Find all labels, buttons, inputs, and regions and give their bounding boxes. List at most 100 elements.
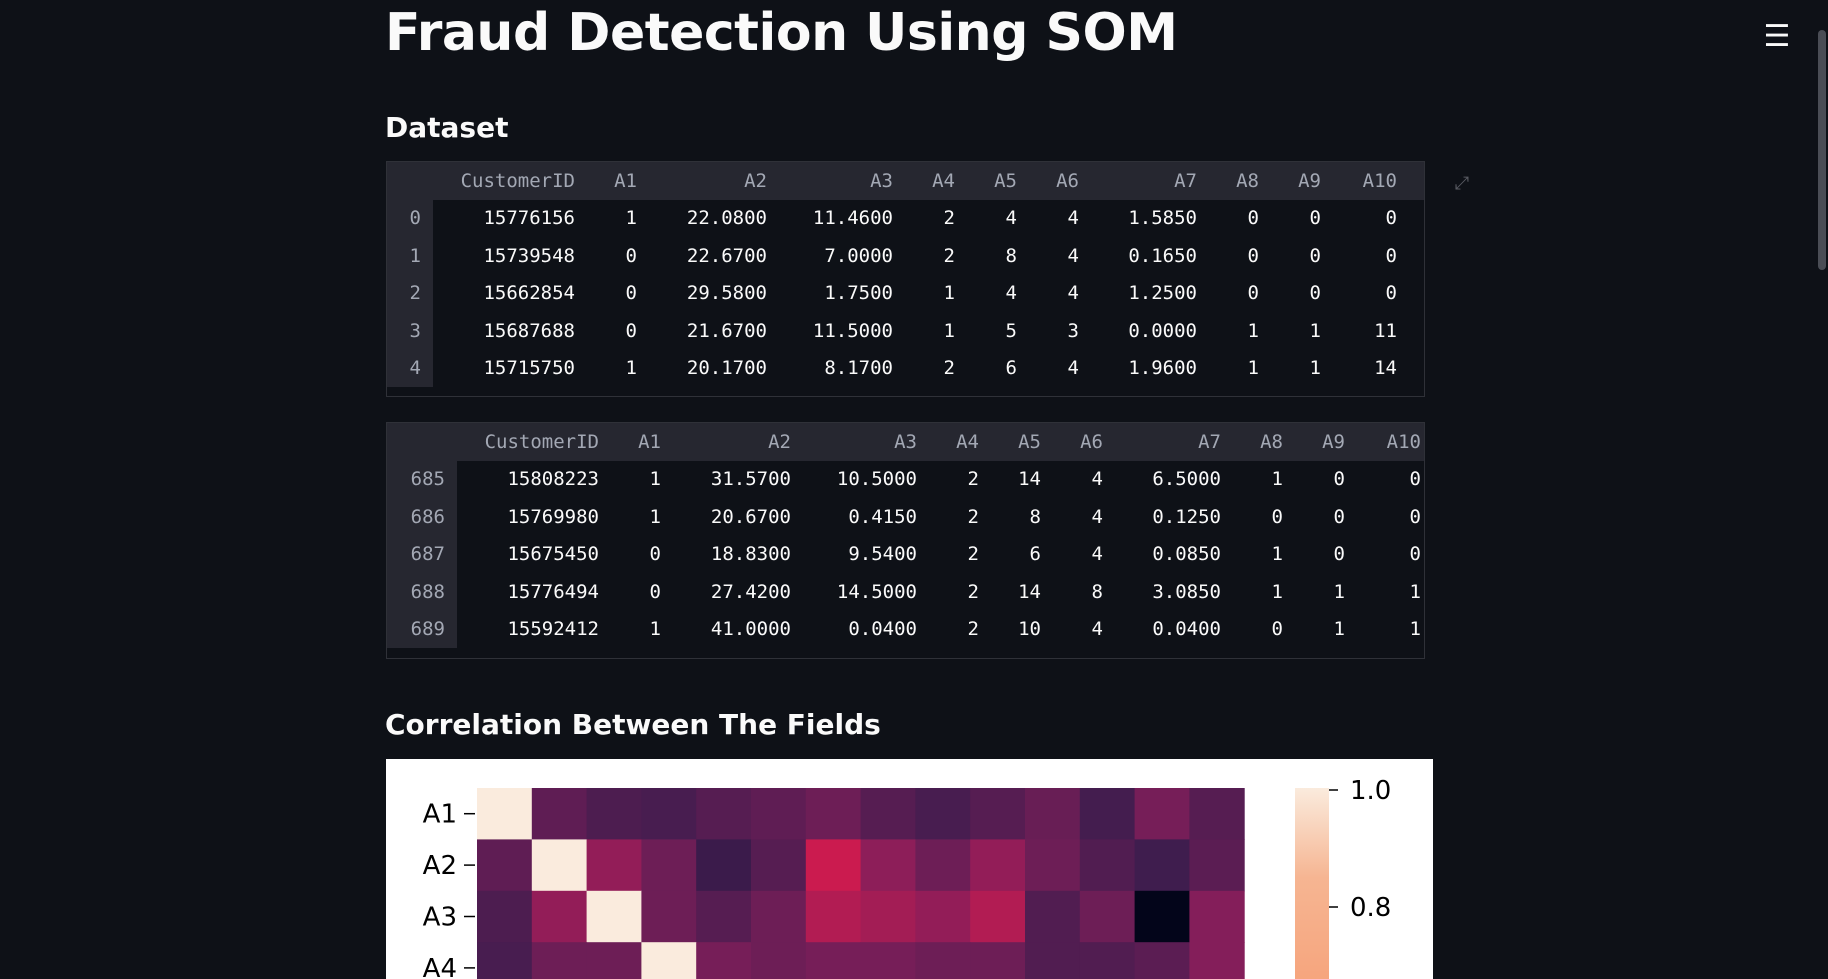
column-header-a3[interactable]: A3 (803, 423, 929, 461)
table-cell: 0.0400 (848, 618, 917, 641)
column-header-a7[interactable]: A7 (1091, 162, 1209, 200)
table-cell: 0 (1333, 543, 1345, 566)
page-scrollbar[interactable] (1818, 30, 1826, 270)
table-cell: 0 (1409, 505, 1421, 528)
column-header-a2[interactable]: A2 (649, 162, 779, 200)
table-cell: 2 (943, 357, 955, 380)
table-cell: 20.6700 (710, 505, 791, 528)
table-cell: 1 (1333, 580, 1345, 603)
heatmap-cell (1079, 839, 1136, 892)
heatmap-cell (641, 839, 697, 892)
column-header-a5[interactable]: A5 (991, 423, 1053, 461)
row-index: 1 (387, 237, 433, 275)
heatmap-cell (696, 890, 752, 943)
table-cell: 4 (1005, 207, 1017, 230)
table-cell: 0 (1271, 505, 1283, 528)
heatmap-cell (751, 788, 807, 840)
table-cell: 3 (1067, 319, 1079, 342)
heatmap-cell (915, 788, 971, 840)
table-cell: 1 (1247, 319, 1259, 342)
column-header-a5[interactable]: A5 (967, 162, 1029, 200)
table-cell: 29.5800 (686, 282, 767, 305)
dataset-head-table[interactable]: CustomerIDA1A2A3A4A5A6A7A8A9A10A11 0 1577… (386, 161, 1425, 397)
table-cell: 0.0850 (1152, 543, 1221, 566)
column-header-a6[interactable]: A6 (1053, 423, 1115, 461)
table-cell: 1.7500 (824, 282, 893, 305)
table-cell: 15715750 (483, 357, 575, 380)
heatmap-cell (586, 942, 642, 979)
table-row: 315687688021.670011.50001530.000011111 (387, 312, 1424, 350)
table-cell: 0 (1385, 244, 1397, 267)
table-cell: 3.0850 (1152, 580, 1221, 603)
table-cell: 0 (1385, 207, 1397, 230)
table-cell: 11.5000 (812, 319, 893, 342)
index-corner (387, 423, 457, 461)
column-header-a4[interactable]: A4 (929, 423, 991, 461)
table-cell: 0 (625, 319, 637, 342)
table-cell: 11.4600 (812, 207, 893, 230)
heatmap-svg: A1 A2 A3 A4 1.0 0.8 (423, 776, 1391, 979)
heatmap-cell (477, 839, 533, 892)
column-header-a6[interactable]: A6 (1029, 162, 1091, 200)
table-cell: 0 (1247, 207, 1259, 230)
heatmap-cell (477, 788, 533, 840)
heatmap-cell (751, 942, 807, 979)
table-cell: 0 (1309, 282, 1321, 305)
table-cell: 2 (943, 207, 955, 230)
row-index: 689 (387, 610, 457, 648)
table-cell: 15662854 (483, 282, 575, 305)
column-header-a10[interactable]: A10 (1357, 423, 1424, 461)
column-header-a8[interactable]: A8 (1209, 162, 1271, 200)
hamburger-menu-icon[interactable]: ☰ (1760, 20, 1794, 54)
heatmap-cell (477, 942, 533, 979)
fullscreen-expand-icon[interactable]: ⤢ (1450, 172, 1474, 196)
column-header-a9[interactable]: A9 (1271, 162, 1333, 200)
table-cell: 1 (1271, 543, 1283, 566)
table-cell: 1 (625, 357, 637, 380)
row-index: 686 (387, 498, 457, 536)
heatmap-cell (641, 788, 697, 840)
column-header-a4[interactable]: A4 (905, 162, 967, 200)
column-header-a1[interactable]: A1 (587, 162, 649, 200)
row-index: 0 (387, 199, 433, 237)
table-cell: 0 (1385, 282, 1397, 305)
table-cell: 0.4150 (848, 505, 917, 528)
table-cell: 14 (1018, 468, 1041, 491)
heatmap-cell (531, 839, 588, 892)
table-cell: 2 (967, 468, 979, 491)
column-header-a1[interactable]: A1 (611, 423, 673, 461)
heatmap-cell (1025, 788, 1081, 840)
column-header-a10[interactable]: A10 (1333, 162, 1409, 200)
table-cell: 0 (649, 543, 661, 566)
table-cell: 8 (1005, 244, 1017, 267)
column-header-customerid[interactable]: CustomerID (433, 162, 587, 200)
column-header-a11[interactable]: A11 (1409, 162, 1424, 200)
column-header-a7[interactable]: A7 (1115, 423, 1233, 461)
table-cell: 0 (1409, 468, 1421, 491)
table-cell: 6.5000 (1152, 468, 1221, 491)
dataset-tail-table[interactable]: CustomerIDA1A2A3A4A5A6A7A8A9A10A11 68515… (386, 422, 1425, 659)
column-header-a9[interactable]: A9 (1295, 423, 1357, 461)
table-row: 115739548022.67007.00002840.16500000 (387, 237, 1424, 275)
table-cell: 20.1700 (686, 357, 767, 380)
column-header-a8[interactable]: A8 (1233, 423, 1295, 461)
row-index: 2 (387, 274, 433, 312)
colorbar-tick-label: 0.8 (1350, 893, 1391, 923)
colorbar-tick-label: 1.0 (1350, 776, 1391, 806)
table-cell: 1 (1409, 618, 1421, 641)
heatmap-cell (860, 839, 916, 892)
table-cell: 4 (1091, 505, 1103, 528)
heatmap-cell (1189, 839, 1245, 892)
table-cell: 0 (649, 580, 661, 603)
column-header-a3[interactable]: A3 (779, 162, 905, 200)
table-cell: 0.1650 (1128, 244, 1197, 267)
column-header-a2[interactable]: A2 (673, 423, 803, 461)
table-cell: 0 (1409, 237, 1424, 275)
column-header-customerid[interactable]: CustomerID (457, 423, 611, 461)
heatmap-cell (915, 942, 971, 979)
heatmap-cell (860, 788, 916, 840)
table-cell: 2 (967, 580, 979, 603)
heatmap-cell (641, 890, 697, 943)
heatmap-cell (805, 890, 862, 943)
table-row: 688 15776494 0 27.4200 14.5000 2 14 8 3.0850 1 1 1 (387, 573, 1424, 611)
